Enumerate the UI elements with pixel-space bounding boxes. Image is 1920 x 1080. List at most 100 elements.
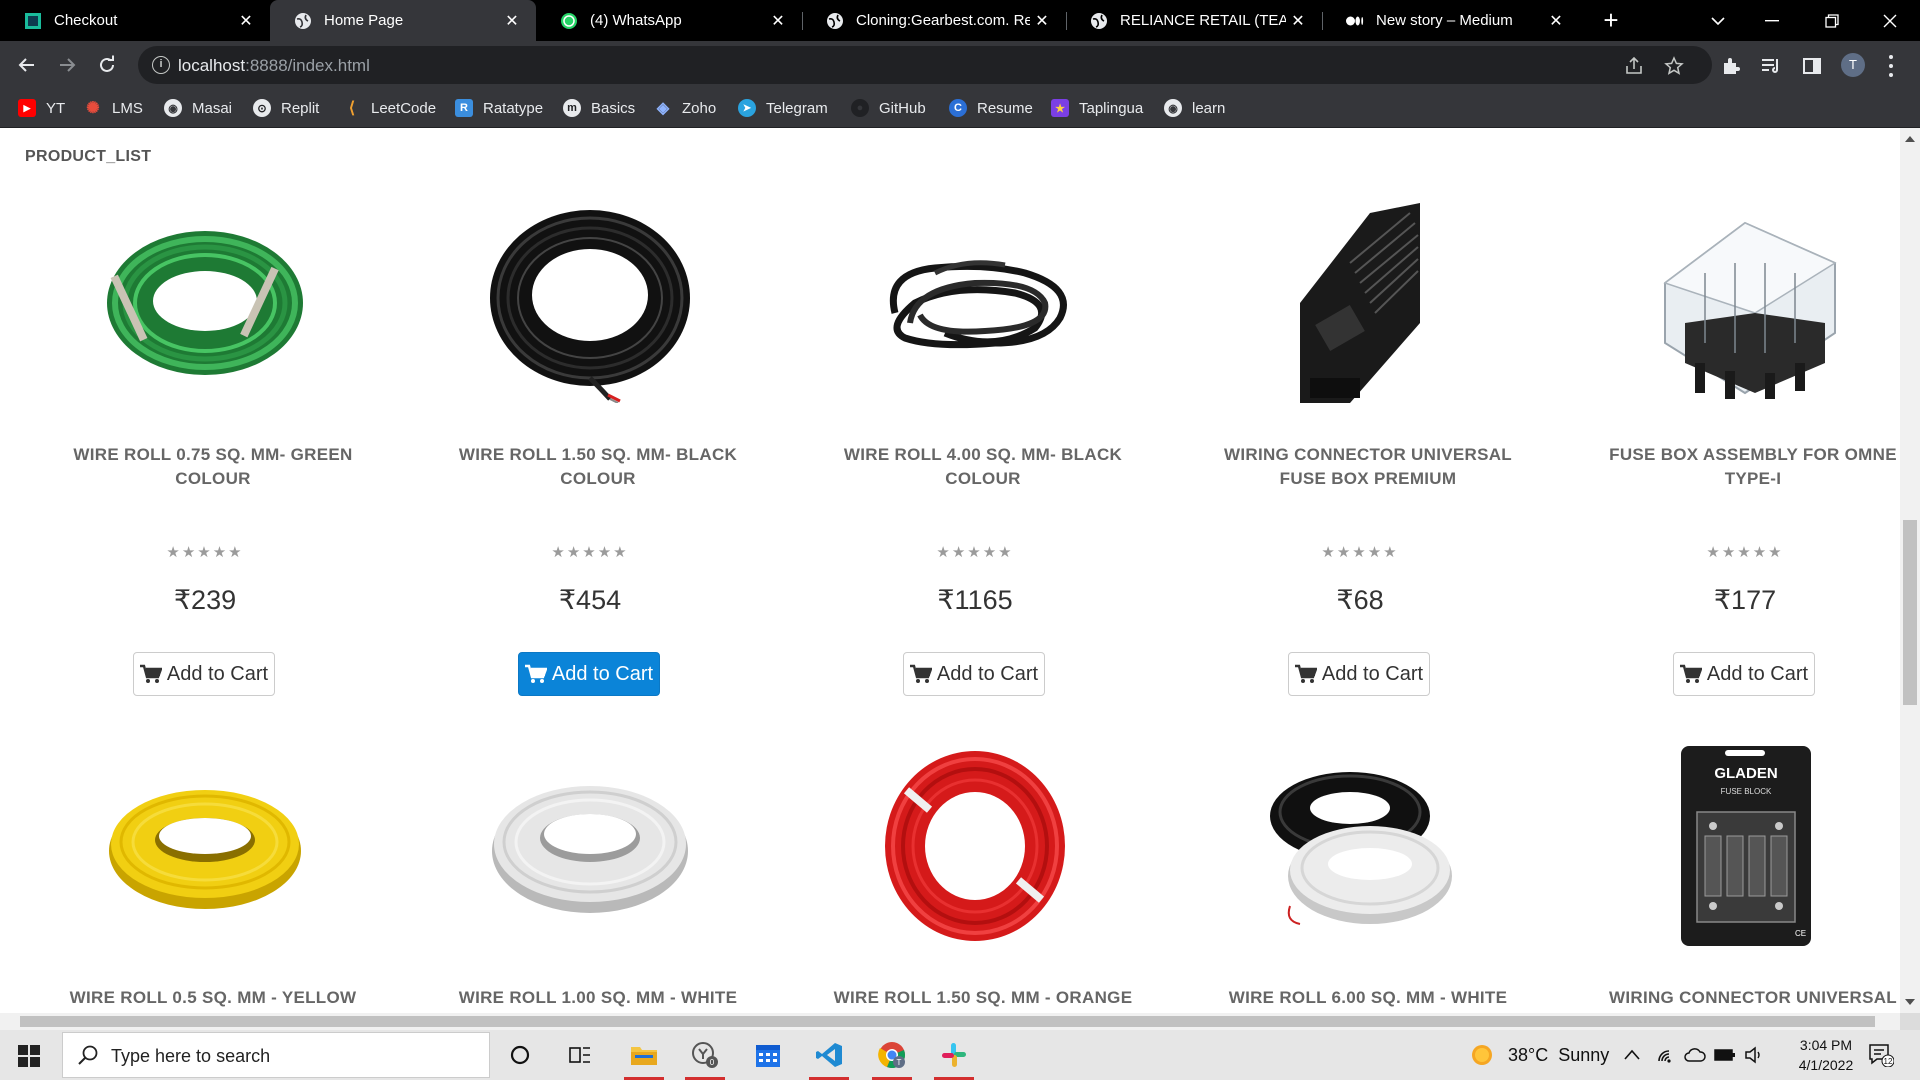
minimize-window-button[interactable] xyxy=(1742,0,1802,41)
product-name[interactable]: WIRING CONNECTOR UNIVERSAL FUSE BOX PREM… xyxy=(1561,986,1900,1013)
tab-reliance-retail[interactable]: RELIANCE RETAIL (TEAM — ✕ xyxy=(1066,0,1322,41)
tab-whatsapp[interactable]: (4) WhatsApp ✕ xyxy=(536,0,802,41)
restore-window-button[interactable] xyxy=(1802,0,1862,41)
horizontal-scrollbar-thumb[interactable] xyxy=(20,1016,1875,1027)
volume-speaker-icon[interactable] xyxy=(1744,1030,1764,1080)
bookmark-leetcode[interactable]: ⟨ LeetCode xyxy=(343,89,436,127)
onedrive-cloud-icon[interactable] xyxy=(1684,1030,1706,1080)
wifi-icon[interactable] xyxy=(1656,1030,1676,1080)
wire-coil-yellow-image[interactable] xyxy=(105,746,305,946)
vscode-icon[interactable] xyxy=(801,1030,857,1080)
fuse-box-black-image[interactable] xyxy=(1260,203,1460,403)
bookmark-learn[interactable]: ◉ learn xyxy=(1164,89,1225,127)
battery-icon[interactable] xyxy=(1714,1030,1736,1080)
share-icon[interactable] xyxy=(1624,56,1644,76)
close-tab-icon[interactable]: ✕ xyxy=(1286,11,1310,31)
tab-checkout[interactable]: Checkout ✕ xyxy=(0,0,270,41)
calendar-app-icon[interactable] xyxy=(740,1030,796,1080)
tab-search-chevron-icon[interactable] xyxy=(1688,0,1748,41)
bookmark-replit[interactable]: ⊙ Replit xyxy=(253,89,319,127)
back-button[interactable] xyxy=(11,49,43,81)
slack-icon[interactable] xyxy=(926,1030,982,1080)
side-panel-icon[interactable] xyxy=(1801,55,1823,77)
arrow-right-icon xyxy=(60,58,76,72)
taskbar-search-box[interactable]: Type here to search xyxy=(62,1032,490,1078)
bookmark-resume[interactable]: C Resume xyxy=(949,89,1033,127)
chrome-icon[interactable]: T xyxy=(864,1030,920,1080)
add-to-cart-button[interactable]: Add to Cart xyxy=(1288,652,1430,696)
wire-coil-white-image[interactable] xyxy=(490,746,690,946)
file-explorer-icon[interactable] xyxy=(616,1030,672,1080)
windows-start-icon[interactable] xyxy=(18,1045,40,1067)
product-name[interactable]: WIRE ROLL 1.00 SQ. MM - WHITE COLOUR xyxy=(406,986,790,1013)
system-clock[interactable]: 3:04 PM 4/1/2022 xyxy=(1776,1035,1876,1075)
bookmark-lms[interactable]: ✺ LMS xyxy=(84,89,143,127)
notification-center-icon[interactable]: 12 xyxy=(1868,1030,1894,1080)
product-name[interactable]: WIRE ROLL 4.00 SQ. MM- BLACK COLOUR xyxy=(791,443,1175,491)
bookmark-taplingua[interactable]: ★ Taplingua xyxy=(1051,89,1143,127)
product-name[interactable]: WIRING CONNECTOR UNIVERSAL FUSE BOX PREM… xyxy=(1176,443,1560,491)
product-name[interactable]: WIRE ROLL 0.5 SQ. MM - YELLOW COLOUR xyxy=(21,986,405,1013)
wire-loose-black-image[interactable] xyxy=(875,203,1075,403)
rating-stars: ★★★★★ xyxy=(1321,544,1399,561)
clock-date: 4/1/2022 xyxy=(1798,1057,1854,1073)
product-name[interactable]: WIRE ROLL 1.50 SQ. MM - ORANGE COLOUR xyxy=(791,986,1175,1013)
site-info-icon[interactable]: i xyxy=(152,56,170,74)
horizontal-scrollbar[interactable] xyxy=(0,1013,1900,1030)
bookmark-basics[interactable]: m Basics xyxy=(563,89,635,127)
bookmark-telegram[interactable]: ➤ Telegram xyxy=(738,89,828,127)
replit-icon: ⊙ xyxy=(253,99,271,117)
bookmark-yt[interactable]: ▶ YT xyxy=(18,89,65,127)
product-name[interactable]: WIRE ROLL 0.75 SQ. MM- GREEN COLOUR xyxy=(21,443,405,491)
tab-medium[interactable]: New story – Medium ✕ xyxy=(1322,0,1580,41)
close-tab-icon[interactable]: ✕ xyxy=(766,11,790,31)
address-bar[interactable]: i localhost:8888/index.html xyxy=(138,46,1712,84)
tab-home-page[interactable]: Home Page ✕ xyxy=(270,0,536,41)
leetcode-icon: ⟨ xyxy=(343,99,361,117)
bookmark-zoho[interactable]: ◈ Zoho xyxy=(654,89,716,127)
cortana-assistant-icon[interactable]: 0 xyxy=(677,1030,733,1080)
url-text[interactable]: localhost:8888/index.html xyxy=(178,56,370,76)
close-window-button[interactable] xyxy=(1860,0,1920,41)
scroll-down-arrow-icon[interactable] xyxy=(1905,999,1915,1005)
add-to-cart-button[interactable]: Add to Cart xyxy=(903,652,1045,696)
add-to-cart-button[interactable]: Add to Cart xyxy=(1673,652,1815,696)
bookmark-ratatype[interactable]: R Ratatype xyxy=(455,89,543,127)
weather-widget[interactable]: 38°C Sunny xyxy=(1470,1030,1609,1080)
add-to-cart-button[interactable]: Add to Cart xyxy=(133,652,275,696)
product-name[interactable]: FUSE BOX ASSEMBLY FOR OMNE TYPE-I xyxy=(1561,443,1900,491)
product-name[interactable]: WIRE ROLL 6.00 SQ. MM - WHITE COLOUR xyxy=(1176,986,1560,1013)
profile-avatar[interactable]: T xyxy=(1841,53,1865,77)
add-to-cart-button[interactable]: Add to Cart xyxy=(518,652,660,696)
scrollbar-thumb[interactable] xyxy=(1903,520,1917,705)
bookmark-github[interactable]: ● GitHub xyxy=(851,89,926,127)
tab-title: RELIANCE RETAIL (TEAM — xyxy=(1120,12,1286,29)
close-tab-icon[interactable]: ✕ xyxy=(234,11,258,31)
github-icon: ● xyxy=(851,99,869,117)
close-tab-icon[interactable]: ✕ xyxy=(1544,11,1568,31)
wire-coil-black-image[interactable] xyxy=(490,203,690,403)
extensions-puzzle-icon[interactable] xyxy=(1720,55,1742,77)
fuse-box-clear-image[interactable] xyxy=(1645,203,1845,403)
show-hidden-icons-chevron-icon[interactable] xyxy=(1624,1030,1640,1080)
reload-button[interactable] xyxy=(91,49,123,81)
reading-list-icon[interactable] xyxy=(1760,55,1782,77)
bookmark-star-icon[interactable] xyxy=(1664,56,1684,76)
bookmark-masai[interactable]: ◉ Masai xyxy=(164,89,232,127)
close-tab-icon[interactable]: ✕ xyxy=(500,11,524,31)
gladen-fuse-block-image[interactable]: GLADEN FUSE BLOCK CE xyxy=(1645,746,1845,946)
close-tab-icon[interactable]: ✕ xyxy=(1030,11,1054,31)
scroll-up-arrow-icon[interactable] xyxy=(1905,136,1915,142)
cortana-icon[interactable] xyxy=(492,1030,548,1080)
task-view-icon[interactable] xyxy=(552,1030,608,1080)
vertical-scrollbar[interactable] xyxy=(1900,128,1920,1013)
forward-button[interactable] xyxy=(51,49,83,81)
rating-stars: ★★★★★ xyxy=(936,544,1014,561)
product-name[interactable]: WIRE ROLL 1.50 SQ. MM- BLACK COLOUR xyxy=(406,443,790,491)
tab-cloning-gearbest[interactable]: Cloning:Gearbest.com. Rear ✕ xyxy=(802,0,1066,41)
wire-coil-green-image[interactable] xyxy=(105,203,305,403)
new-tab-button[interactable]: + xyxy=(1597,6,1625,34)
wire-coil-black-white-image[interactable] xyxy=(1260,746,1460,946)
wire-coil-red-image[interactable] xyxy=(875,746,1075,946)
browser-menu-icon[interactable] xyxy=(1888,55,1894,77)
